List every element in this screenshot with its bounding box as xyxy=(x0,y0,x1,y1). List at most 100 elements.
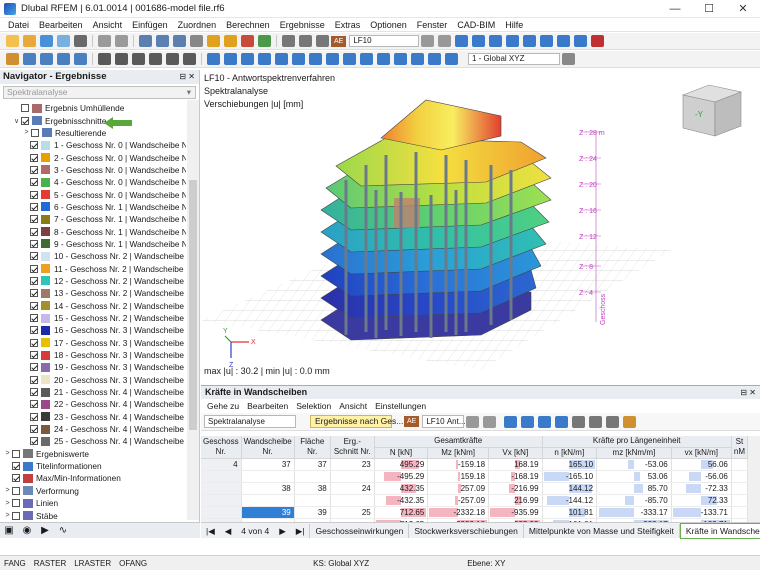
close-button[interactable]: ✕ xyxy=(726,0,760,18)
expand-arrow-icon[interactable]: > xyxy=(3,500,12,507)
panel-table-icon[interactable] xyxy=(572,415,586,428)
view-y-icon[interactable] xyxy=(241,53,254,65)
undo-icon[interactable] xyxy=(98,35,111,47)
section-item[interactable]: 1 - Geschoss Nr. 0 | Wandscheibe Nr. 7 xyxy=(0,139,186,151)
section-item[interactable]: 16 - Geschoss Nr. 3 | Wandscheibe Nr. 28 xyxy=(0,324,186,336)
col-Mz[interactable]: Mz [kNm] xyxy=(427,447,490,459)
first-page-icon[interactable]: |◀ xyxy=(201,524,220,538)
menu-ansicht[interactable]: Ansicht xyxy=(88,20,128,30)
section-checkbox[interactable] xyxy=(30,190,38,199)
tab-mittelpunkte[interactable]: Mittelpunkte von Masse und Steifigkeit xyxy=(524,523,680,538)
navigator-scrollbar[interactable] xyxy=(187,100,199,520)
section-checkbox[interactable] xyxy=(30,178,38,187)
panel-menu-ansicht[interactable]: Ansicht xyxy=(335,401,371,411)
tab-stockwerksverschiebungen[interactable]: Stockwerksverschiebungen xyxy=(409,523,524,538)
view-split-icon[interactable] xyxy=(156,35,169,47)
tree-checkbox[interactable] xyxy=(21,116,29,125)
delete-icon[interactable] xyxy=(591,35,605,47)
view-iso-icon[interactable] xyxy=(207,53,220,65)
section-item[interactable]: 20 - Geschoss Nr. 3 | Wandscheibe Nr. 32 xyxy=(0,374,186,386)
cell-Vx[interactable]: 216.99 xyxy=(488,494,543,507)
open-file-icon[interactable] xyxy=(23,35,36,47)
nav-tab-results-icon[interactable]: ∿ xyxy=(54,525,72,536)
col-N[interactable]: N [kN] xyxy=(374,447,429,459)
panel-select-icon[interactable] xyxy=(504,415,518,428)
section-checkbox[interactable] xyxy=(30,153,38,162)
panel-menu-selektion[interactable]: Selektion xyxy=(292,401,335,411)
view-tile-icon[interactable] xyxy=(173,35,186,47)
section-item[interactable]: 19 - Geschoss Nr. 3 | Wandscheibe Nr. 31 xyxy=(0,361,186,373)
cell-n[interactable]: -144.12 xyxy=(542,494,598,507)
cell-st[interactable] xyxy=(731,494,749,507)
col-geschoss[interactable]: Geschoss Nr. xyxy=(201,436,242,459)
calculate-all-icon[interactable] xyxy=(224,35,237,47)
section-checkbox[interactable] xyxy=(30,351,38,360)
results-values-icon[interactable] xyxy=(472,35,486,47)
tree-item[interactable]: ∨ Ergebnisschnitte xyxy=(0,114,186,126)
cell-vx[interactable]: -72.33 xyxy=(671,482,732,495)
cell-f[interactable]: 37 xyxy=(294,458,331,471)
section-item[interactable]: 3 - Geschoss Nr. 0 | Wandscheibe Nr. 9 xyxy=(0,164,186,176)
section-checkbox[interactable] xyxy=(30,326,38,335)
model-icon[interactable] xyxy=(282,35,295,47)
panel-xyz-icon[interactable] xyxy=(555,415,569,428)
cell-Vx[interactable]: -935.99 xyxy=(488,506,543,519)
cell-f[interactable] xyxy=(294,494,331,507)
cell-mz[interactable]: 85.70 xyxy=(596,482,672,495)
render-icon[interactable] xyxy=(309,53,322,65)
cell-st[interactable] xyxy=(731,470,749,483)
cell-g[interactable] xyxy=(201,506,242,519)
tree-item[interactable]: Titelinformationen xyxy=(0,460,186,472)
section-checkbox[interactable] xyxy=(30,400,38,409)
section-item[interactable]: 23 - Geschoss Nr. 4 | Wandscheibe Nr. 37 xyxy=(0,411,186,423)
table-row[interactable]: 38 38 24 432.35 257.09 -216.99 144.12 85.70 -72.… xyxy=(201,482,749,495)
section-checkbox[interactable] xyxy=(30,363,38,372)
transparency-icon[interactable] xyxy=(343,53,356,65)
col-st[interactable]: St nM xyxy=(731,436,749,459)
cell-n[interactable]: 101.81 xyxy=(542,506,598,519)
results-panel-close-icon[interactable]: ⊟ ✕ xyxy=(740,386,760,399)
cell-g[interactable] xyxy=(201,482,242,495)
tab-kraefte-wandscheiben[interactable]: Kräfte in Wandscheiben xyxy=(679,522,760,539)
cell-w[interactable]: 39 xyxy=(241,506,295,519)
menu-berechnen[interactable]: Berechnen xyxy=(221,20,275,30)
menu-datei[interactable]: Datei xyxy=(3,20,34,30)
cell-Vx[interactable]: 168.19 xyxy=(488,458,543,471)
panel-eye-icon[interactable] xyxy=(538,415,552,428)
col-wandscheibe[interactable]: Wandscheibe Nr. xyxy=(241,436,295,459)
panel-menu-bearbeiten[interactable]: Bearbeiten xyxy=(243,401,292,411)
cell-f[interactable] xyxy=(294,470,331,483)
cell-vx[interactable]: -56.06 xyxy=(671,470,732,483)
dimension-icon[interactable] xyxy=(394,53,407,65)
cell-f[interactable]: 39 xyxy=(294,506,331,519)
analysis-select[interactable]: Spektralanalyse xyxy=(204,415,296,428)
cell-g[interactable]: 4 xyxy=(201,458,242,471)
table-row[interactable]: 39 39 25 712.65 -2332.18 -935.99 101.81 -333.17… xyxy=(201,506,749,519)
scrollbar-thumb[interactable] xyxy=(189,180,197,430)
view-x-icon[interactable] xyxy=(224,53,237,65)
section-item[interactable]: 25 - Geschoss Nr. 4 | Wandscheibe Nr. 39 xyxy=(0,435,186,447)
grid-icon[interactable] xyxy=(428,53,441,65)
panel-prev-icon[interactable] xyxy=(466,415,480,428)
tree-checkbox[interactable] xyxy=(31,128,39,137)
section-item[interactable]: 21 - Geschoss Nr. 4 | Wandscheibe Nr. 35 xyxy=(0,386,186,398)
tree-item[interactable]: > Resultierende xyxy=(0,127,186,139)
cell-mz[interactable]: 53.06 xyxy=(596,470,672,483)
mirror-icon[interactable] xyxy=(74,53,87,65)
nav-tab-display-icon[interactable]: ◉ xyxy=(18,525,36,536)
section-checkbox[interactable] xyxy=(30,412,38,421)
expand-arrow-icon[interactable]: > xyxy=(3,487,12,494)
prev-loadcase-icon[interactable] xyxy=(421,35,435,47)
prev-page-icon[interactable]: ◀ xyxy=(220,524,237,538)
save-icon[interactable] xyxy=(40,35,53,47)
menu-zuordnen[interactable]: Zuordnen xyxy=(173,20,222,30)
section-checkbox[interactable] xyxy=(30,301,38,310)
section-item[interactable]: 15 - Geschoss Nr. 2 | Wandscheibe Nr. 25 xyxy=(0,312,186,324)
cell-mz[interactable]: -333.17 xyxy=(596,506,672,519)
status-raster[interactable]: RASTER xyxy=(30,559,70,568)
nav-tab-views-icon[interactable]: ▶ xyxy=(36,525,54,536)
cell-g[interactable] xyxy=(201,494,242,507)
col-Vx[interactable]: Vx [kN] xyxy=(488,447,543,459)
section-checkbox[interactable] xyxy=(30,276,38,285)
cell-f[interactable]: 38 xyxy=(294,482,331,495)
